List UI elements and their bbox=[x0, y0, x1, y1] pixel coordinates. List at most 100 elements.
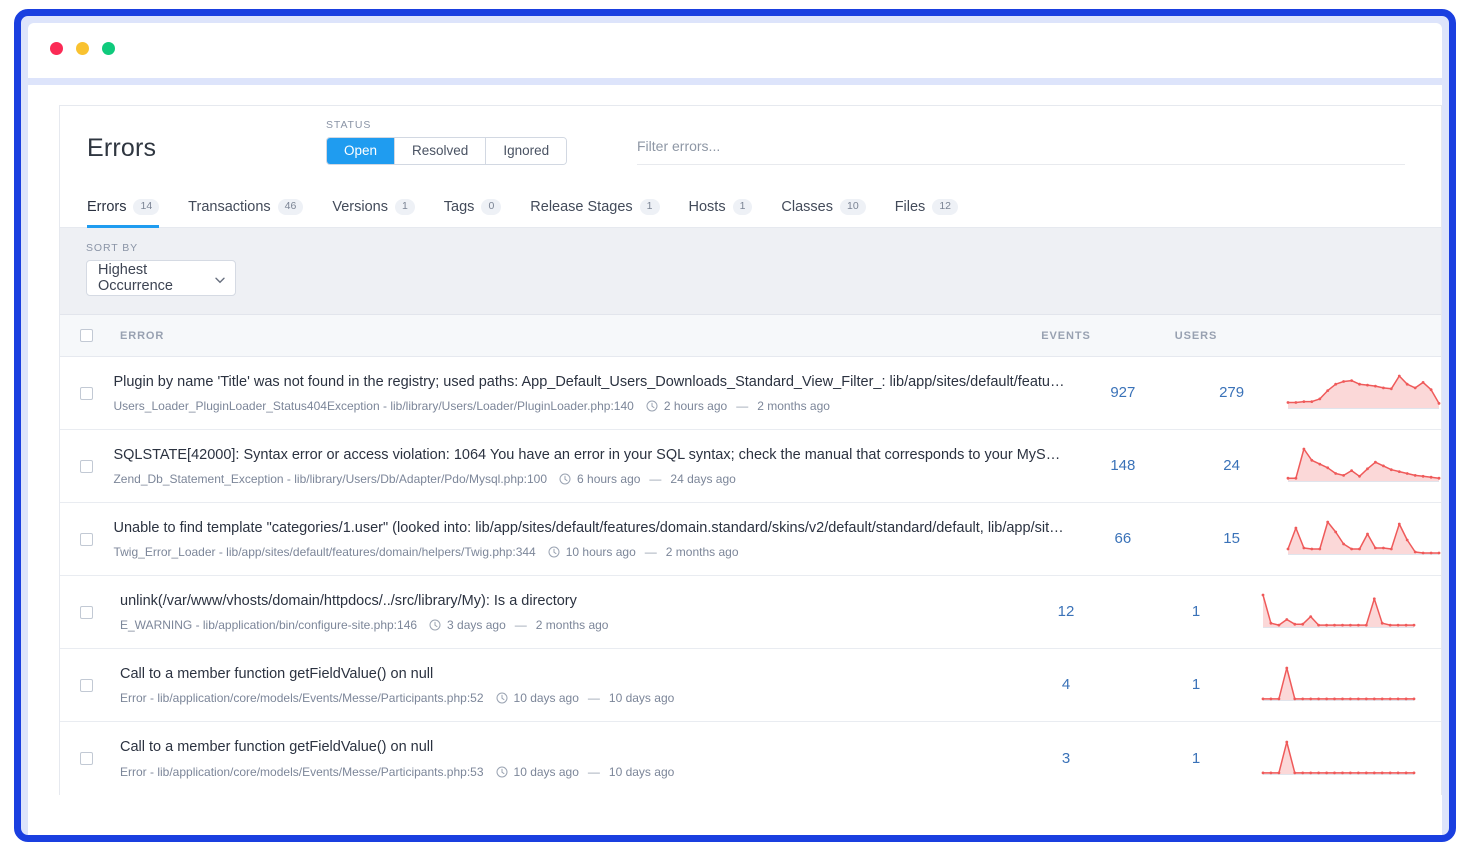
error-title[interactable]: Plugin by name 'Title' was not found in … bbox=[113, 373, 1068, 392]
error-title[interactable]: Unable to find template "categories/1.us… bbox=[113, 519, 1068, 538]
error-first-seen: 10 days ago bbox=[609, 691, 674, 705]
table-row[interactable]: SQLSTATE[42000]: Syntax error or access … bbox=[60, 430, 1441, 503]
error-title[interactable]: SQLSTATE[42000]: Syntax error or access … bbox=[113, 446, 1068, 465]
tab-count-badge: 1 bbox=[640, 199, 660, 215]
tab-count-badge: 1 bbox=[395, 199, 415, 215]
error-location[interactable]: Users_Loader_PluginLoader_Status404Excep… bbox=[113, 399, 633, 413]
events-count[interactable]: 12 bbox=[1058, 603, 1075, 620]
events-count[interactable]: 927 bbox=[1110, 384, 1135, 401]
row-checkbox[interactable] bbox=[80, 606, 93, 619]
events-count[interactable]: 66 bbox=[1115, 530, 1132, 547]
error-location[interactable]: Twig_Error_Loader - lib/app/sites/defaul… bbox=[113, 545, 535, 559]
error-first-seen: 2 months ago bbox=[757, 399, 830, 413]
filter-errors-input[interactable] bbox=[637, 138, 1405, 165]
column-header-events[interactable]: EVENTS bbox=[1001, 330, 1131, 342]
sort-by-value: Highest Occurrence bbox=[98, 262, 214, 294]
window-titlebar bbox=[28, 23, 1442, 78]
status-option-resolved[interactable]: Resolved bbox=[395, 138, 486, 164]
resource-tabs: Errors14 Transactions46 Versions1 Tags0 Rele… bbox=[60, 184, 1441, 228]
events-cell: 66 bbox=[1068, 530, 1177, 548]
sparkline-cell bbox=[1261, 738, 1441, 780]
clock-icon bbox=[548, 546, 560, 558]
row-select-cell bbox=[80, 679, 120, 692]
status-option-open[interactable]: Open bbox=[327, 138, 395, 164]
error-title[interactable]: Call to a member function getFieldValue(… bbox=[120, 738, 1001, 757]
status-label: STATUS bbox=[326, 119, 567, 131]
error-cell: Call to a member function getFieldValue(… bbox=[120, 738, 1001, 779]
error-location[interactable]: Error - lib/application/core/models/Even… bbox=[120, 691, 484, 705]
error-location[interactable]: Zend_Db_Statement_Exception - lib/librar… bbox=[113, 472, 547, 486]
users-count[interactable]: 24 bbox=[1223, 457, 1240, 474]
users-cell: 279 bbox=[1177, 384, 1286, 402]
error-last-seen: 10 hours ago bbox=[566, 545, 636, 559]
row-checkbox[interactable] bbox=[80, 752, 93, 765]
row-checkbox[interactable] bbox=[80, 387, 93, 400]
error-meta: E_WARNING - lib/application/bin/configur… bbox=[120, 618, 1001, 632]
status-option-ignored[interactable]: Ignored bbox=[486, 138, 566, 164]
error-first-seen: 2 months ago bbox=[536, 618, 609, 632]
tab-transactions[interactable]: Transactions46 bbox=[188, 199, 318, 227]
table-row[interactable]: unlink(/var/www/vhosts/domain/httpdocs/.… bbox=[60, 576, 1441, 649]
maximize-window-button[interactable] bbox=[102, 42, 115, 55]
error-last-seen: 2 hours ago bbox=[664, 399, 727, 413]
users-cell: 24 bbox=[1177, 457, 1286, 475]
error-title[interactable]: unlink(/var/www/vhosts/domain/httpdocs/.… bbox=[120, 592, 1001, 611]
select-all-checkbox[interactable] bbox=[80, 329, 93, 342]
users-cell: 1 bbox=[1131, 750, 1261, 768]
row-checkbox[interactable] bbox=[80, 460, 93, 473]
row-select-cell bbox=[80, 387, 113, 400]
meta-separator: — bbox=[736, 399, 748, 413]
column-header-users[interactable]: USERS bbox=[1131, 330, 1261, 342]
tab-label: Errors bbox=[87, 199, 126, 215]
meta-separator: — bbox=[588, 765, 600, 779]
users-count[interactable]: 279 bbox=[1219, 384, 1244, 401]
page-viewport: Errors STATUS Open Resolved Ignored bbox=[28, 85, 1442, 835]
sparkline-cell bbox=[1286, 372, 1441, 414]
table-row[interactable]: Call to a member function getFieldValue(… bbox=[60, 722, 1441, 795]
row-select-cell bbox=[80, 533, 113, 546]
error-list: Plugin by name 'Title' was not found in … bbox=[60, 357, 1441, 795]
error-location[interactable]: Error - lib/application/core/models/Even… bbox=[120, 765, 484, 779]
users-count[interactable]: 1 bbox=[1192, 676, 1200, 693]
tab-hosts[interactable]: Hosts1 bbox=[689, 199, 768, 227]
error-last-seen: 10 days ago bbox=[514, 691, 579, 705]
sparkline-cell bbox=[1286, 445, 1441, 487]
meta-separator: — bbox=[649, 472, 661, 486]
browser-window-frame: Errors STATUS Open Resolved Ignored bbox=[14, 9, 1456, 842]
error-first-seen: 10 days ago bbox=[609, 765, 674, 779]
close-window-button[interactable] bbox=[50, 42, 63, 55]
events-count[interactable]: 3 bbox=[1062, 750, 1070, 767]
row-select-cell bbox=[80, 752, 120, 765]
panel-header: Errors STATUS Open Resolved Ignored bbox=[60, 106, 1441, 184]
minimize-window-button[interactable] bbox=[76, 42, 89, 55]
tab-count-badge: 12 bbox=[932, 199, 958, 215]
error-title[interactable]: Call to a member function getFieldValue(… bbox=[120, 665, 1001, 684]
tab-classes[interactable]: Classes10 bbox=[781, 199, 880, 227]
tab-tags[interactable]: Tags0 bbox=[444, 199, 516, 227]
column-header-error[interactable]: ERROR bbox=[120, 330, 1001, 342]
row-checkbox[interactable] bbox=[80, 679, 93, 692]
tab-release-stages[interactable]: Release Stages 1 bbox=[530, 199, 674, 227]
tab-errors[interactable]: Errors14 bbox=[87, 199, 174, 227]
error-location[interactable]: E_WARNING - lib/application/bin/configur… bbox=[120, 618, 417, 632]
tab-label: Release Stages bbox=[530, 199, 632, 215]
select-all-cell bbox=[80, 329, 120, 342]
tab-files[interactable]: Files12 bbox=[895, 199, 973, 227]
table-row[interactable]: Call to a member function getFieldValue(… bbox=[60, 649, 1441, 722]
tab-versions[interactable]: Versions1 bbox=[332, 199, 429, 227]
sort-by-select[interactable]: Highest Occurrence bbox=[86, 260, 236, 296]
sparkline-cell bbox=[1286, 518, 1441, 560]
users-count[interactable]: 15 bbox=[1223, 530, 1240, 547]
users-count[interactable]: 1 bbox=[1192, 603, 1200, 620]
status-segmented-control: Open Resolved Ignored bbox=[326, 137, 567, 165]
table-row[interactable]: Unable to find template "categories/1.us… bbox=[60, 503, 1441, 576]
page-title: Errors bbox=[87, 134, 156, 163]
users-count[interactable]: 1 bbox=[1192, 750, 1200, 767]
events-count[interactable]: 148 bbox=[1110, 457, 1135, 474]
row-checkbox[interactable] bbox=[80, 533, 93, 546]
events-count[interactable]: 4 bbox=[1062, 676, 1070, 693]
table-row[interactable]: Plugin by name 'Title' was not found in … bbox=[60, 357, 1441, 430]
filter-field-wrapper bbox=[637, 138, 1405, 165]
events-cell: 3 bbox=[1001, 750, 1131, 768]
sort-by-label: SORT BY bbox=[86, 242, 1441, 254]
